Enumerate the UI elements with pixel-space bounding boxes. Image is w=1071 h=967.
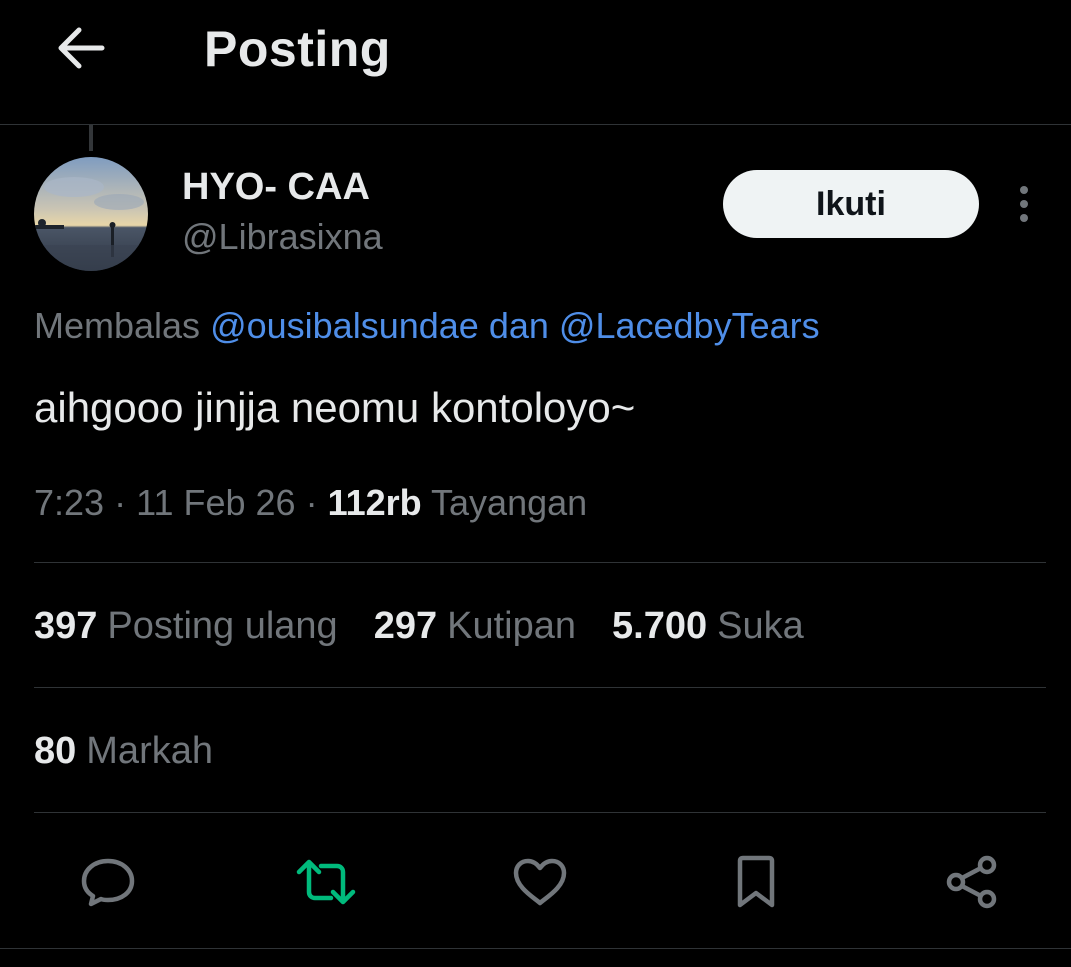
post-date[interactable]: 11 Feb 26 <box>136 482 295 523</box>
avatar-sunset-image <box>34 157 148 271</box>
mention-link-2[interactable]: @LacedbyTears <box>559 305 820 346</box>
reposts-stat[interactable]: 397 Posting ulang <box>34 605 338 648</box>
top-bar: Posting <box>0 0 1071 124</box>
bookmark-button[interactable] <box>724 852 788 912</box>
more-options-button[interactable] <box>1004 182 1044 226</box>
mention-link-1[interactable]: @ousibalsundae <box>210 305 479 346</box>
share-button[interactable] <box>940 852 1004 912</box>
reply-context: Membalas @ousibalsundae dan @LacedbyTear… <box>34 305 820 347</box>
reposts-label: Posting ulang <box>107 605 338 647</box>
likes-stat[interactable]: 5.700 Suka <box>612 605 804 648</box>
share-icon <box>946 855 997 909</box>
reply-icon <box>81 858 135 907</box>
meta-separator: · <box>305 482 318 523</box>
header-divider <box>0 124 1071 125</box>
page-title: Posting <box>204 21 391 77</box>
follow-button[interactable]: Ikuti <box>723 170 979 238</box>
quotes-count: 297 <box>373 605 438 647</box>
bottom-divider <box>0 948 1071 949</box>
likes-count: 5.700 <box>612 605 708 647</box>
divider <box>34 687 1046 688</box>
reply-conjunction: dan <box>488 305 549 346</box>
avatar[interactable] <box>34 157 148 271</box>
reposts-count: 397 <box>34 605 98 647</box>
repost-icon <box>296 859 356 905</box>
divider <box>34 562 1046 563</box>
meta-separator: · <box>114 482 127 523</box>
like-icon <box>513 858 567 906</box>
author-handle[interactable]: @Librasixna <box>182 216 383 258</box>
arrow-left-icon <box>58 27 105 69</box>
post-time[interactable]: 7:23 <box>34 482 104 523</box>
bookmarks-count: 80 <box>34 730 77 772</box>
repost-button[interactable] <box>294 852 358 912</box>
post-meta: 7:23 · 11 Feb 26 · 112rb Tayangan <box>34 482 587 524</box>
quotes-label: Kutipan <box>447 605 576 647</box>
divider <box>34 812 1046 813</box>
more-vertical-icon <box>1020 186 1028 222</box>
bookmark-icon <box>737 855 775 908</box>
views-count[interactable]: 112rb <box>328 482 422 523</box>
like-button[interactable] <box>508 852 572 912</box>
likes-label: Suka <box>717 605 804 647</box>
engagement-stats: 397 Posting ulang 297 Kutipan 5.700 Suka <box>34 605 804 648</box>
quotes-stat[interactable]: 297 Kutipan <box>374 605 576 648</box>
bookmarks-label: Markah <box>86 730 213 772</box>
reply-button[interactable] <box>76 852 140 912</box>
reply-prefix: Membalas <box>34 305 201 346</box>
post-detail-screen: Posting HYO- CAA @Librasixna Ikuti Memba… <box>0 0 1071 967</box>
bookmarks-stat[interactable]: 80 Markah <box>34 730 213 773</box>
back-button[interactable] <box>50 22 110 74</box>
post-text: aihgooo jinjja neomu kontoloyo~ <box>34 384 636 431</box>
views-label: Tayangan <box>431 482 588 523</box>
author-display-name[interactable]: HYO- CAA <box>182 166 370 209</box>
thread-connector-line <box>89 125 93 151</box>
